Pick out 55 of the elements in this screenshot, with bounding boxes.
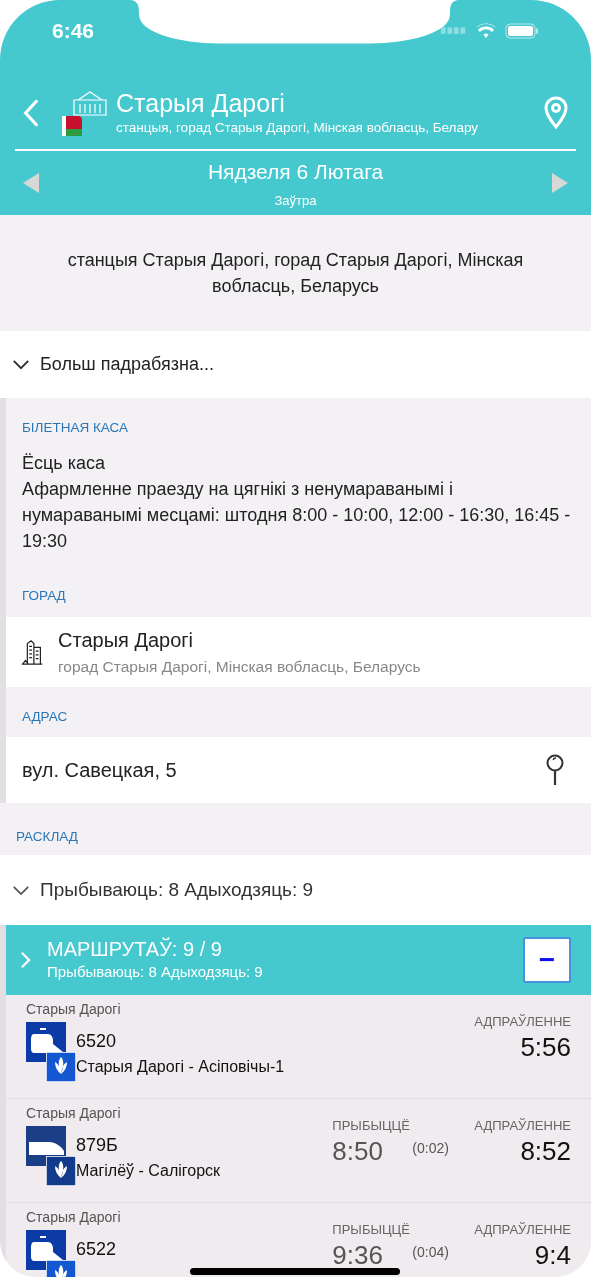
departure-time: 9:4 [534, 1241, 571, 1268]
train-number: 6520 [76, 1030, 117, 1053]
signal-icon [441, 27, 467, 35]
train-row[interactable]: Старыя Дарогі 6522 ПРЫБЫЦЦЁ 9:36 (0:04) АДПРАЎЛЕННЕ 9:4 [6, 1203, 591, 1277]
station-address: станцыя Старыя Дарогі, горад Старыя Дарогі, Мінская вобласць, Беларусь [66, 249, 525, 298]
emblem-icon [46, 1052, 76, 1082]
train-row[interactable]: Старыя Дарогі 879Б Магілёў - Салігорск ПРЫБЫЦЦЁ 8:50 (0:02) АДПРАЎЛЕННЕ 8:52 [6, 1099, 591, 1203]
flag-icon [62, 116, 82, 136]
departure-label: АДПРАЎЛЕННЕ [474, 1117, 571, 1135]
arrival-time: 8:50 [332, 1137, 383, 1164]
battery-icon [505, 23, 539, 39]
station-subtitle: станцыя, горад Старыя Дарогі, Мінская вобласць, Белару [116, 118, 480, 137]
city-region: горад Старыя Дарогі, Мінская вобласць, Беларусь [58, 656, 421, 677]
station-name: Старыя Дарогі [26, 1000, 122, 1019]
ticket-office-text: Афармленне праезду на цягнікі з ненумараванымі і нумараванымі месцамі: штодня 8:00 - 10:00, 12:00 - 16:30, 16:45 - 19:30 [22, 478, 572, 554]
arrival-label: ПРЫБЫЦЦЁ [332, 1221, 410, 1239]
departure-time: 5:56 [520, 1033, 571, 1060]
departure-label: АДПРАЎЛЕННЕ [474, 1013, 571, 1031]
status-time: 6:46 [52, 18, 95, 45]
date-note: Заўтра [274, 192, 317, 210]
train-number: 879Б [76, 1134, 118, 1157]
chevron-right-icon[interactable] [20, 951, 31, 969]
section-label: АДРАС [21, 707, 69, 726]
street-address: вул. Савецкая, 5 [22, 757, 177, 783]
train-row[interactable]: Старыя Дарогі 6520 Старыя Дарогі - Асіповічы-1 АДПРАЎЛЕННЕ 5:56 [6, 995, 591, 1099]
train-number: 6522 [76, 1238, 117, 1261]
station-icon [72, 90, 108, 116]
station-title: Старыя Дарогі [116, 87, 286, 118]
routes-title: МАРШРУТАЎ: 9 / 9 [47, 936, 223, 961]
arrival-label: ПРЫБЫЦЦЁ [332, 1117, 410, 1135]
wifi-icon [475, 23, 497, 39]
stop-duration: (0:02) [412, 1139, 449, 1158]
ticket-office-text: Ёсць каса [22, 452, 106, 476]
section-label: РАСКЛАД [15, 827, 79, 846]
routes-subtitle: Прыбываюць: 8 Адыходзяць: 9 [47, 961, 264, 982]
emblem-icon [46, 1156, 76, 1186]
map-pin-icon[interactable] [545, 753, 565, 786]
city-buildings-icon [20, 637, 44, 666]
section-label: БІЛЕТНАЯ КАСА [21, 419, 129, 437]
city-name: Старыя Дарогі [58, 627, 195, 653]
back-icon[interactable] [22, 98, 40, 128]
location-pin-icon[interactable] [543, 96, 569, 130]
station-name: Старыя Дарогі [26, 1208, 122, 1227]
next-day-icon[interactable] [551, 172, 569, 194]
departure-label: АДПРАЎЛЕННЕ [474, 1221, 571, 1239]
station-name: Старыя Дарогі [26, 1104, 122, 1123]
previous-day-icon[interactable] [22, 172, 40, 194]
collapse-button[interactable]: − [523, 937, 571, 983]
departure-time: 8:52 [520, 1137, 571, 1164]
arrival-time: 9:36 [332, 1241, 383, 1268]
date-title: Нядзеля 6 Лютага [207, 158, 384, 185]
train-route: Старыя Дарогі - Асіповічы-1 [76, 1057, 286, 1077]
stop-duration: (0:04) [412, 1243, 449, 1262]
train-route: Магілёў - Салігорск [76, 1161, 222, 1181]
section-label: ГОРАД [21, 587, 67, 606]
